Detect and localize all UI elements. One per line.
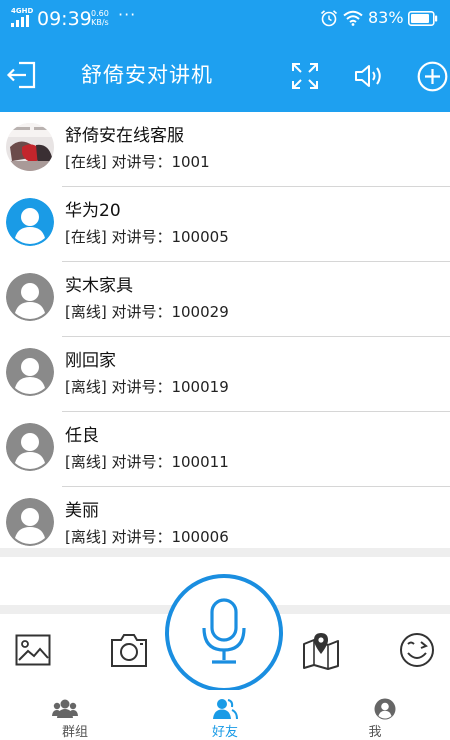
contact-name: 华为20 bbox=[65, 201, 121, 221]
battery-icon bbox=[408, 11, 438, 26]
contact-status: [离线] 对讲号：100019 bbox=[65, 378, 229, 396]
contact-item[interactable]: 舒倚安在线客服 [在线] 对讲号：1001 bbox=[0, 112, 450, 187]
contact-name: 美丽 bbox=[65, 501, 99, 521]
contact-item[interactable]: 任良 [离线] 对讲号：100011 bbox=[0, 412, 450, 487]
avatar-photo bbox=[6, 123, 54, 171]
clock: 09:39 bbox=[37, 8, 92, 30]
tab-friends[interactable]: 好友 bbox=[150, 690, 300, 740]
emoji-icon[interactable] bbox=[399, 632, 435, 668]
contact-status: [在线] 对讲号：100005 bbox=[65, 228, 229, 246]
contact-name: 实木家具 bbox=[65, 276, 133, 296]
me-icon bbox=[374, 698, 396, 720]
alarm-icon bbox=[320, 10, 338, 27]
contact-item[interactable]: 刚回家 [离线] 对讲号：100019 bbox=[0, 337, 450, 412]
wifi-icon bbox=[343, 10, 363, 26]
group-icon bbox=[52, 699, 78, 718]
microphone-icon bbox=[202, 598, 246, 664]
contact-item[interactable]: 实木家具 [离线] 对讲号：100029 bbox=[0, 262, 450, 337]
contact-name: 刚回家 bbox=[65, 351, 116, 371]
contact-item[interactable]: 华为20 [在线] 对讲号：100005 bbox=[0, 187, 450, 262]
contact-name: 舒倚安在线客服 bbox=[65, 126, 184, 146]
contact-status: [离线] 对讲号：100011 bbox=[65, 453, 229, 471]
contact-status: [在线] 对讲号：1001 bbox=[65, 153, 210, 171]
add-icon[interactable] bbox=[417, 61, 448, 92]
avatar-offline-icon bbox=[6, 423, 54, 471]
status-bar: 4GHD 09:39 0.60 KB/s ··· 83% bbox=[0, 0, 450, 36]
avatar-offline-icon bbox=[6, 498, 54, 546]
exit-icon[interactable] bbox=[6, 60, 38, 90]
avatar-offline-icon bbox=[6, 273, 54, 321]
tab-label: 群组 bbox=[61, 725, 88, 740]
contact-item[interactable]: 美丽 [离线] 对讲号：100006 bbox=[0, 487, 450, 548]
app-header: 舒倚安对讲机 bbox=[0, 36, 450, 112]
contact-list[interactable]: 舒倚安在线客服 [在线] 对讲号：1001 华为20 [在线] 对讲号：1000… bbox=[0, 112, 450, 548]
friends-icon bbox=[213, 699, 238, 720]
map-location-icon[interactable] bbox=[302, 632, 340, 670]
tab-label: 好友 bbox=[211, 725, 238, 740]
top-bar: 4GHD 09:39 0.60 KB/s ··· 83% 舒倚安对讲机 bbox=[0, 0, 450, 112]
volume-icon[interactable] bbox=[354, 63, 384, 89]
net-speed-value: 0.60 bbox=[91, 9, 109, 18]
net-speed: 0.60 KB/s bbox=[91, 9, 109, 27]
page-title: 舒倚安对讲机 bbox=[81, 63, 213, 87]
battery-percent: 83% bbox=[368, 8, 404, 27]
camera-icon[interactable] bbox=[110, 632, 148, 668]
contact-status: [离线] 对讲号：100006 bbox=[65, 528, 229, 546]
signal-icon bbox=[11, 15, 29, 27]
tab-label: 我 bbox=[368, 725, 382, 740]
push-to-talk-button[interactable] bbox=[165, 574, 283, 692]
network-type: 4GHD bbox=[11, 7, 34, 15]
contact-status: [离线] 对讲号：100029 bbox=[65, 303, 229, 321]
tab-me[interactable]: 我 bbox=[300, 690, 450, 740]
avatar-offline-icon bbox=[6, 348, 54, 396]
tab-group[interactable]: 群组 bbox=[0, 690, 150, 740]
divider-band bbox=[0, 548, 450, 557]
fullscreen-icon[interactable] bbox=[291, 62, 319, 90]
more-notifications: ··· bbox=[118, 5, 137, 24]
avatar-online-icon bbox=[6, 198, 54, 246]
net-speed-unit: KB/s bbox=[91, 18, 109, 27]
image-icon[interactable] bbox=[15, 634, 51, 666]
bottom-nav: 群组 好友 我 bbox=[0, 690, 450, 740]
contact-name: 任良 bbox=[65, 426, 99, 446]
